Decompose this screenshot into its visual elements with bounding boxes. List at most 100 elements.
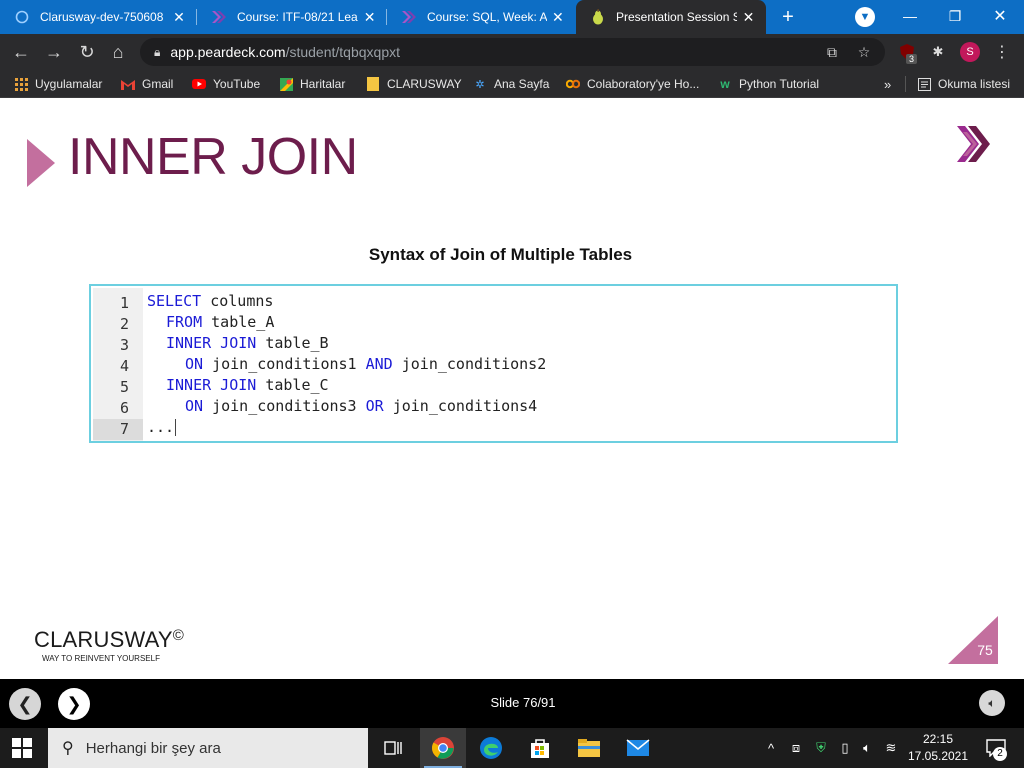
code-line-6: ON join_conditions3 OR join_conditions4 — [147, 396, 537, 417]
code-line-1: SELECT columns — [147, 291, 273, 312]
back-icon[interactable]: ← — [9, 40, 33, 64]
wifi-icon[interactable]: ≋ — [882, 739, 900, 757]
address-bar[interactable]: 🔒︎ app.peardeck.com/student/tqbqxqpxt ⧉ … — [140, 38, 885, 66]
line-number: 5 — [119, 378, 129, 396]
logo-text: CLARUSWAY — [34, 627, 173, 652]
minimize-icon[interactable]: — — [895, 4, 925, 28]
file-explorer-taskbar-icon[interactable] — [566, 728, 612, 768]
system-clock[interactable]: 22:15 17.05.2021 — [903, 731, 973, 765]
tab-title: Clarusway-dev-750608 — [40, 10, 164, 24]
close-tab-icon[interactable]: ✕ — [362, 9, 377, 26]
clarusway-chevron-icon — [401, 9, 417, 25]
mail-taskbar-icon[interactable] — [615, 728, 661, 768]
bookmark-clarusway[interactable]: CLARUSWAY — [366, 70, 462, 98]
security-shield-icon[interactable]: ⛨ — [812, 739, 830, 757]
line-number-active: 7 — [93, 419, 143, 440]
folder-icon — [366, 77, 380, 91]
browser-toolbar: ← → ↻ ⌂ 🔒︎ app.peardeck.com/student/tqbq… — [0, 34, 1024, 70]
presentation-slide: INNER JOIN Syntax of Join of Multiple Ta… — [0, 99, 1024, 679]
task-view-icon[interactable] — [370, 728, 416, 768]
bookmark-label: CLARUSWAY — [387, 77, 462, 91]
bookmark-label: Python Tutorial — [739, 77, 820, 91]
store-taskbar-icon[interactable] — [517, 728, 563, 768]
windows-start-icon[interactable] — [12, 738, 32, 758]
code-text: join_conditions2 — [392, 355, 547, 373]
new-tab-button[interactable]: + — [776, 5, 800, 29]
code-text: table_C — [256, 376, 329, 394]
close-window-icon[interactable]: ✕ — [985, 4, 1015, 28]
bookmark-python-tutorial[interactable]: w Python Tutorial — [718, 70, 819, 98]
chrome-taskbar-icon[interactable] — [420, 728, 466, 768]
tab-title: Presentation Session St — [616, 10, 737, 24]
windows-taskbar: ⚲ Herhangi bir şey ara ^ ⧈ ⛨ ▯ 🔈︎ ≋ 22:1… — [0, 728, 1024, 768]
apps-grid-icon — [14, 77, 28, 91]
bookmark-label: Haritalar — [300, 77, 346, 91]
title-arrow-icon — [27, 139, 55, 187]
gmail-icon — [121, 77, 135, 91]
bookmark-colaboratory[interactable]: Colaboratory'ye Ho... — [566, 70, 699, 98]
circle-icon — [14, 9, 30, 25]
sql-keyword: INNER JOIN — [166, 334, 257, 352]
lock-icon: 🔒︎ — [154, 44, 161, 59]
extensions-puzzle-icon[interactable]: ✱ — [928, 42, 948, 62]
battery-icon[interactable]: ▯ — [836, 739, 854, 757]
bookmark-gmail[interactable]: Gmail — [121, 70, 173, 98]
bookmark-youtube[interactable]: YouTube — [192, 70, 260, 98]
code-text: join_conditions1 — [203, 355, 366, 373]
close-tab-icon[interactable]: ✕ — [741, 9, 756, 26]
tab-course-sql[interactable]: Course: SQL, Week: Agg ✕ — [387, 0, 575, 34]
bookmark-maps[interactable]: Haritalar — [279, 70, 345, 98]
bookmark-label: Ana Sayfa — [494, 77, 550, 91]
splash-icon: ✲ — [475, 78, 485, 91]
clarusway-chevron-icon — [211, 9, 227, 25]
menu-kebab-icon[interactable]: ⋮ — [992, 42, 1012, 62]
bookmark-label: Gmail — [142, 77, 174, 91]
audio-icon[interactable]: 🔈︎ — [979, 690, 1005, 716]
peardeck-control-bar: ❮ ❯ Slide 76/91 🔈︎ — [0, 679, 1024, 728]
restore-icon[interactable]: ❐ — [940, 4, 970, 28]
translate-icon[interactable]: ⧉ — [822, 44, 842, 60]
code-line-5: INNER JOIN table_C — [147, 375, 329, 396]
volume-icon[interactable]: 🔈︎ — [858, 739, 876, 757]
code-line-4: ON join_conditions1 AND join_conditions2 — [147, 354, 546, 375]
bookmark-label: Colaboratory'ye Ho... — [587, 77, 700, 91]
maps-icon — [279, 77, 293, 91]
forward-icon[interactable]: → — [42, 40, 66, 64]
meet-now-icon[interactable]: ⧈ — [787, 739, 805, 757]
code-text: ... — [147, 418, 175, 436]
edge-taskbar-icon[interactable] — [468, 728, 514, 768]
tab-course-itf[interactable]: Course: ITF-08/21 Learn ✕ — [197, 0, 387, 34]
bookmark-apps[interactable]: Uygulamalar — [14, 70, 102, 98]
sql-keyword: ON — [185, 397, 204, 415]
bookmark-label: YouTube — [213, 77, 261, 91]
code-text: table_A — [202, 313, 275, 331]
code-editor[interactable]: 1 2 3 4 5 6 7 SELECT columns FROM table_… — [89, 284, 898, 443]
code-text: join_conditions4 — [383, 397, 538, 415]
bookmark-label: Okuma listesi — [938, 77, 1011, 91]
tab-clarusway-dev[interactable]: Clarusway-dev-750608 ✕ — [0, 0, 197, 34]
reload-icon[interactable]: ↻ — [75, 40, 99, 64]
clock-time: 22:15 — [922, 732, 954, 746]
search-placeholder: Herhangi bir şey ara — [85, 739, 221, 757]
close-tab-icon[interactable]: ✕ — [551, 9, 565, 26]
bookmark-star-icon[interactable]: ☆ — [854, 44, 874, 60]
taskbar-search-input[interactable]: ⚲ Herhangi bir şey ara — [48, 728, 368, 768]
search-icon: ⚲ — [62, 740, 74, 757]
url-path: /student/tqbqxqpxt — [285, 44, 400, 60]
profile-avatar[interactable]: S — [960, 42, 980, 62]
reading-list[interactable]: Okuma listesi — [917, 70, 1010, 98]
bookmark-ana-sayfa[interactable]: ✲ Ana Sayfa — [473, 70, 549, 98]
close-tab-icon[interactable]: ✕ — [171, 9, 187, 26]
home-icon[interactable]: ⌂ — [106, 40, 130, 64]
tab-presentation-session[interactable]: Presentation Session St ✕ — [576, 0, 766, 34]
tab-search-icon[interactable]: ▼ — [855, 7, 875, 27]
url-host: app.peardeck.com — [170, 44, 286, 60]
reading-list-icon — [917, 77, 931, 91]
bookmarks-overflow[interactable]: » — [884, 70, 891, 98]
slide-counter: Slide 76/91 — [490, 695, 556, 710]
tab-title: Course: ITF-08/21 Learn — [237, 10, 359, 24]
show-hidden-icons-icon[interactable]: ^ — [763, 739, 779, 757]
extension-badge: 3 — [906, 54, 918, 64]
clarusway-logo: CLARUSWAY© WAY TO REINVENT YOURSELF — [34, 627, 184, 663]
text-caret — [175, 419, 177, 436]
